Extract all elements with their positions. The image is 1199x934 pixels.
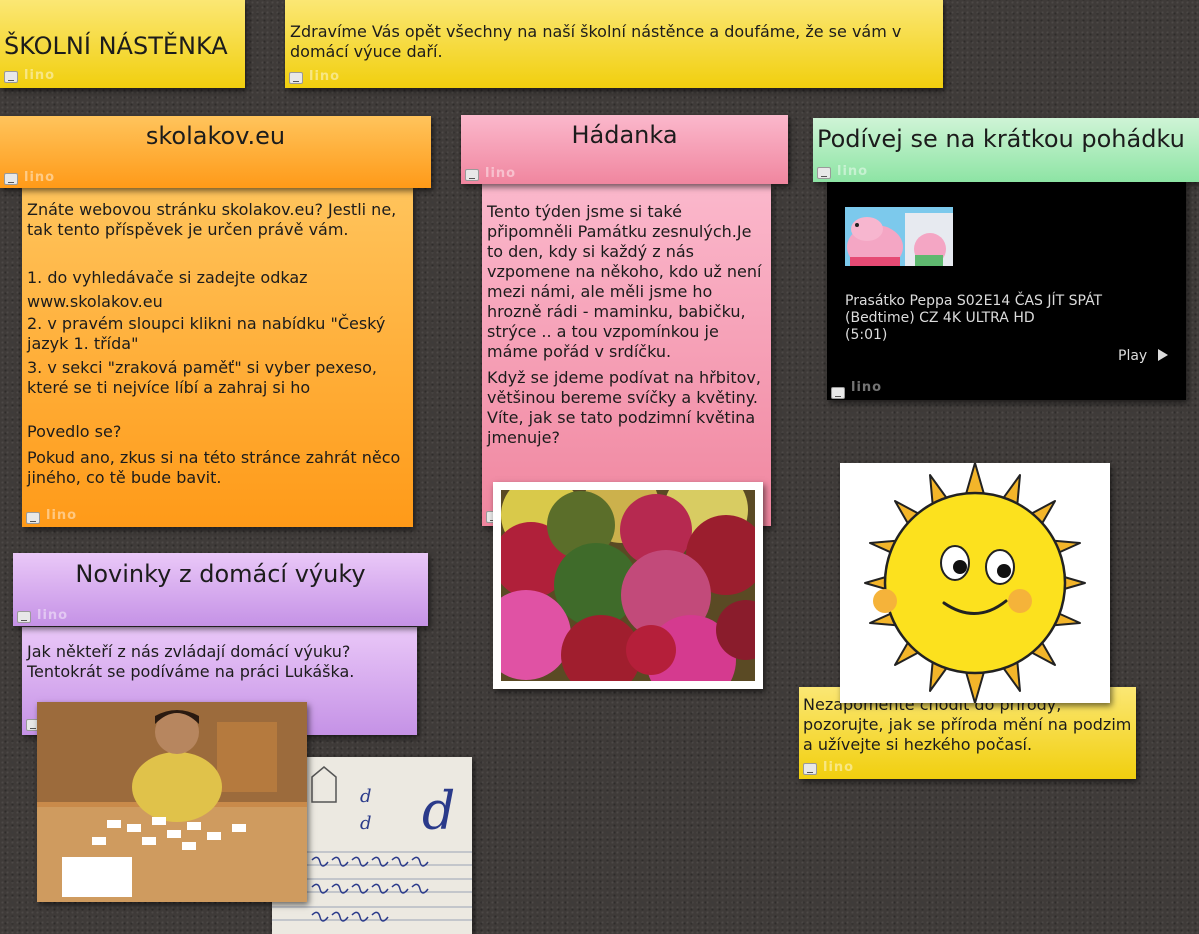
lino-watermark: lino xyxy=(851,380,883,395)
skolakov-link[interactable]: www.skolakov.eu xyxy=(27,290,411,314)
student-photo[interactable] xyxy=(37,702,307,902)
author-avatar-icon xyxy=(289,72,303,84)
sun-picture[interactable] xyxy=(840,463,1110,703)
author-avatar-icon xyxy=(26,512,40,524)
worksheet-letter: d xyxy=(360,813,372,834)
lino-watermark: lino xyxy=(485,166,517,181)
board-title-note[interactable]: ŠKOLNÍ NÁSTĚNKA lino xyxy=(0,0,245,88)
author-avatar-icon xyxy=(17,611,31,623)
skolakov-body: Znáte webovou stránku skolakov.eu? Jestl… xyxy=(27,200,411,492)
hadanka-note[interactable]: Tento týden jsme si také připomněli Pamá… xyxy=(482,184,771,526)
play-label: Play xyxy=(1118,348,1148,364)
novinky-text: Jak někteří z nás zvládají domácí výuku?… xyxy=(27,642,355,681)
skolakov-title: skolakov.eu xyxy=(145,122,286,150)
pohadka-title-note[interactable]: Podívej se na krátkou pohádku lino xyxy=(813,118,1199,182)
author-avatar-icon xyxy=(4,71,18,83)
hadanka-title: Hádanka xyxy=(571,121,678,149)
video-title[interactable]: Prasátko Peppa S02E14 ČAS JÍT SPÁT (Bedt… xyxy=(845,293,1145,327)
lino-watermark: lino xyxy=(309,69,341,84)
novinky-title: Novinky z domácí výuky xyxy=(75,560,366,588)
lino-watermark: lino xyxy=(46,508,78,523)
novinky-title-note[interactable]: Novinky z domácí výuky lino xyxy=(13,553,428,626)
worksheet-letter: d xyxy=(422,782,455,842)
video-duration: (5:01) xyxy=(845,327,888,343)
skolakov-intro: Znáte webovou stránku skolakov.eu? Jestl… xyxy=(27,200,397,239)
hadanka-text-2: Když se jdeme podívat na hřbitov, většin… xyxy=(487,368,761,447)
nature-text: Nezapomeňte chodit do přírody, pozorujte… xyxy=(803,695,1132,754)
play-icon xyxy=(1157,349,1168,361)
skolakov-step-2: 2. v pravém sloupci klikni na nabídku "Č… xyxy=(27,314,386,353)
lino-watermark: lino xyxy=(837,164,869,179)
hadanka-text-1: Tento týden jsme si také připomněli Pamá… xyxy=(487,202,762,361)
lino-watermark: lino xyxy=(24,170,56,185)
skolakov-outro: Pokud ano, zkus si na této stránce zahrá… xyxy=(27,448,401,487)
chrysanthemum-photo[interactable] xyxy=(493,482,763,689)
worksheet-letter: d xyxy=(360,786,372,807)
board-title: ŠKOLNÍ NÁSTĚNKA xyxy=(4,32,228,60)
lino-watermark: lino xyxy=(823,760,855,775)
hadanka-body: Tento týden jsme si také připomněli Pamá… xyxy=(487,202,769,452)
skolakov-step-3: 3. v sekci "zraková paměť" si vyber pexe… xyxy=(27,358,377,397)
skolakov-question: Povedlo se? xyxy=(27,422,122,441)
author-avatar-icon xyxy=(803,763,817,775)
author-avatar-icon xyxy=(831,387,845,399)
author-avatar-icon xyxy=(465,169,479,181)
video-note[interactable]: Prasátko Peppa S02E14 ČAS JÍT SPÁT (Bedt… xyxy=(827,180,1186,400)
skolakov-title-note[interactable]: skolakov.eu lino xyxy=(0,116,431,188)
video-thumbnail[interactable] xyxy=(845,207,953,266)
peppa-pig-icon xyxy=(845,207,953,266)
lino-watermark: lino xyxy=(37,608,69,623)
lino-watermark: lino xyxy=(24,68,56,83)
author-avatar-icon xyxy=(817,167,831,179)
welcome-note[interactable]: Zdravíme Vás opět všechny na naší školní… xyxy=(285,0,943,88)
author-avatar-icon xyxy=(4,173,18,185)
pohadka-title: Podívej se na krátkou pohádku xyxy=(817,125,1185,153)
skolakov-step-1: 1. do vyhledávače si zadejte odkaz xyxy=(27,268,308,287)
hadanka-title-note[interactable]: Hádanka lino xyxy=(461,115,788,184)
welcome-text: Zdravíme Vás opět všechny na naší školní… xyxy=(290,22,902,61)
chrysanthemum-image xyxy=(501,490,755,681)
play-button[interactable]: Play xyxy=(1118,348,1168,365)
smiling-sun-image xyxy=(864,463,1086,703)
student-at-desk-image xyxy=(37,702,307,902)
skolakov-note[interactable]: Znáte webovou stránku skolakov.eu? Jestl… xyxy=(22,188,413,527)
